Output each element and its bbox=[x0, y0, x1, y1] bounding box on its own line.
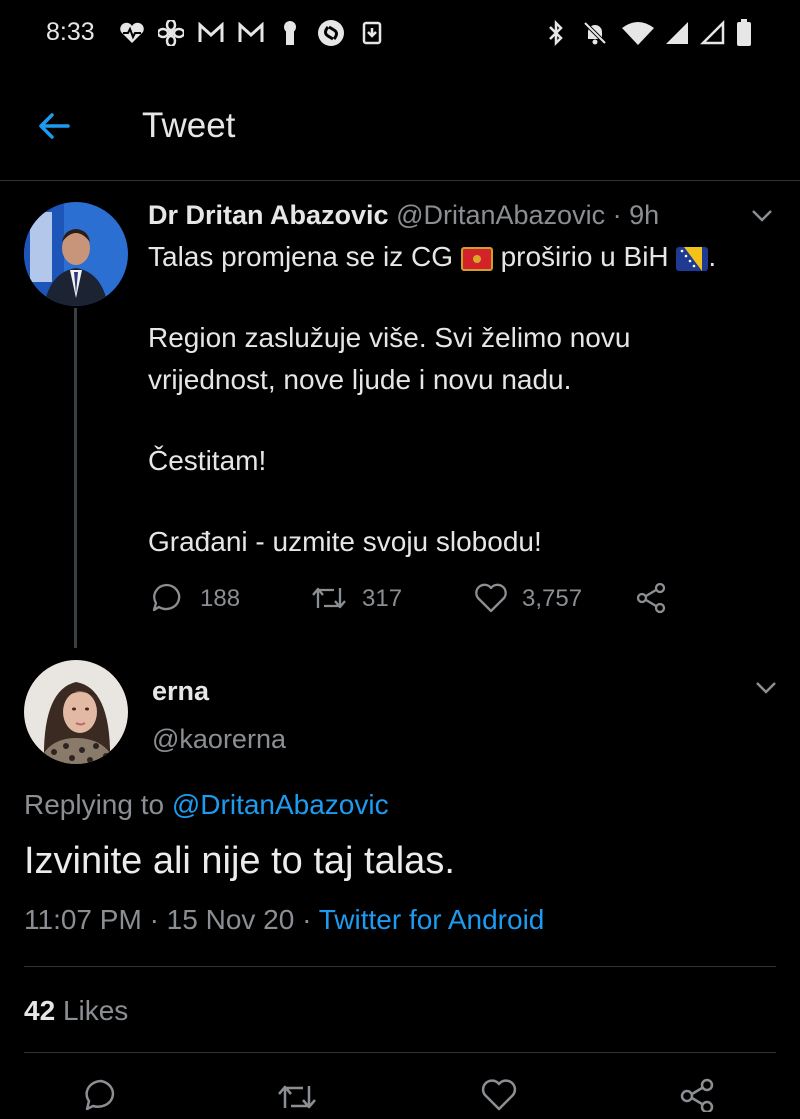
bluetooth-icon bbox=[542, 20, 570, 46]
header-divider bbox=[0, 180, 800, 181]
likes-divider bbox=[24, 1052, 776, 1053]
avatar[interactable] bbox=[24, 202, 128, 306]
reply-icon[interactable] bbox=[150, 582, 184, 616]
retweet-icon[interactable] bbox=[310, 582, 350, 616]
back-arrow-icon[interactable] bbox=[34, 106, 74, 146]
shazam-icon bbox=[316, 20, 346, 46]
mail-m-icon bbox=[196, 20, 226, 46]
bosnia-flag-icon bbox=[676, 246, 709, 271]
like-count: 3,757 bbox=[522, 585, 583, 612]
tweet-line-5: Građani - uzmite svoju slobodu! bbox=[148, 526, 542, 557]
tweet-line-2: Region zaslužuje više. Svi želimo novu bbox=[148, 322, 631, 353]
download-icon bbox=[360, 20, 384, 46]
mail-m-icon bbox=[236, 20, 266, 46]
wifi-icon bbox=[620, 20, 656, 46]
tweet-text-part: Talas promjena se iz CG bbox=[148, 241, 454, 272]
chevron-down-icon[interactable] bbox=[754, 680, 778, 700]
tweet-header: Dr Dritan Abazovic @DritanAbazovic · 9h bbox=[148, 200, 659, 231]
tweet-text-part: . bbox=[708, 241, 717, 272]
keyhole-icon bbox=[278, 20, 302, 46]
reply-count: 188 bbox=[200, 585, 241, 612]
heartbeat-icon bbox=[118, 20, 146, 46]
author-handle[interactable]: @DritanAbazovic bbox=[396, 200, 605, 230]
reply-author-name[interactable]: erna bbox=[152, 676, 209, 707]
meta-divider bbox=[24, 966, 776, 967]
replying-to-link[interactable]: @DritanAbazovic bbox=[172, 789, 389, 820]
separator-dot: · bbox=[149, 904, 159, 935]
replying-to: Replying to @DritanAbazovic bbox=[24, 789, 389, 821]
chevron-down-icon[interactable] bbox=[750, 208, 774, 228]
page-title: Tweet bbox=[142, 106, 236, 145]
likes-label: Likes bbox=[62, 995, 129, 1026]
tweet-line-1: Talas promjena se iz CG proširio u BiH . bbox=[148, 236, 716, 278]
share-icon[interactable] bbox=[680, 1078, 720, 1114]
replying-prefix: Replying to bbox=[24, 789, 165, 820]
fan-icon bbox=[156, 20, 186, 46]
tweet-text-part: proširio u BiH bbox=[500, 241, 669, 272]
signal-empty-icon bbox=[698, 20, 728, 46]
status-bar: 8:33 bbox=[0, 0, 800, 72]
retweet-icon[interactable] bbox=[276, 1080, 320, 1114]
reply-author-handle[interactable]: @kaorerna bbox=[152, 724, 286, 755]
battery-icon bbox=[734, 19, 754, 46]
signal-icon bbox=[662, 20, 692, 46]
tweet-line-4: Čestitam! bbox=[148, 445, 267, 476]
reply-meta: 11:07 PM · 15 Nov 20 · Twitter for Andro… bbox=[24, 904, 544, 936]
tweet-age[interactable]: 9h bbox=[629, 200, 659, 230]
tweet-line-3: vrijednost, nove ljude i novu nadu. bbox=[148, 364, 572, 395]
author-name[interactable]: Dr Dritan Abazovic bbox=[148, 200, 389, 230]
retweet-count: 317 bbox=[362, 585, 403, 612]
reply-date: 15 Nov 20 bbox=[166, 904, 295, 935]
heart-icon[interactable] bbox=[480, 1078, 520, 1112]
reply-time: 11:07 PM bbox=[24, 904, 142, 935]
avatar[interactable] bbox=[24, 660, 128, 764]
separator-dot: · bbox=[612, 200, 622, 230]
share-icon[interactable] bbox=[636, 582, 670, 616]
likes-summary[interactable]: 42 Likes bbox=[24, 995, 128, 1027]
likes-count: 42 bbox=[24, 995, 56, 1026]
mute-bell-icon bbox=[580, 20, 610, 46]
reply-icon[interactable] bbox=[82, 1078, 122, 1112]
status-time: 8:33 bbox=[46, 18, 95, 46]
reply-source-link[interactable]: Twitter for Android bbox=[319, 904, 545, 935]
thread-line bbox=[74, 308, 77, 648]
reply-text: Izvinite ali nije to taj talas. bbox=[24, 840, 455, 882]
separator-dot: · bbox=[302, 904, 312, 935]
montenegro-flag-icon bbox=[460, 246, 493, 271]
heart-icon[interactable] bbox=[474, 582, 510, 616]
